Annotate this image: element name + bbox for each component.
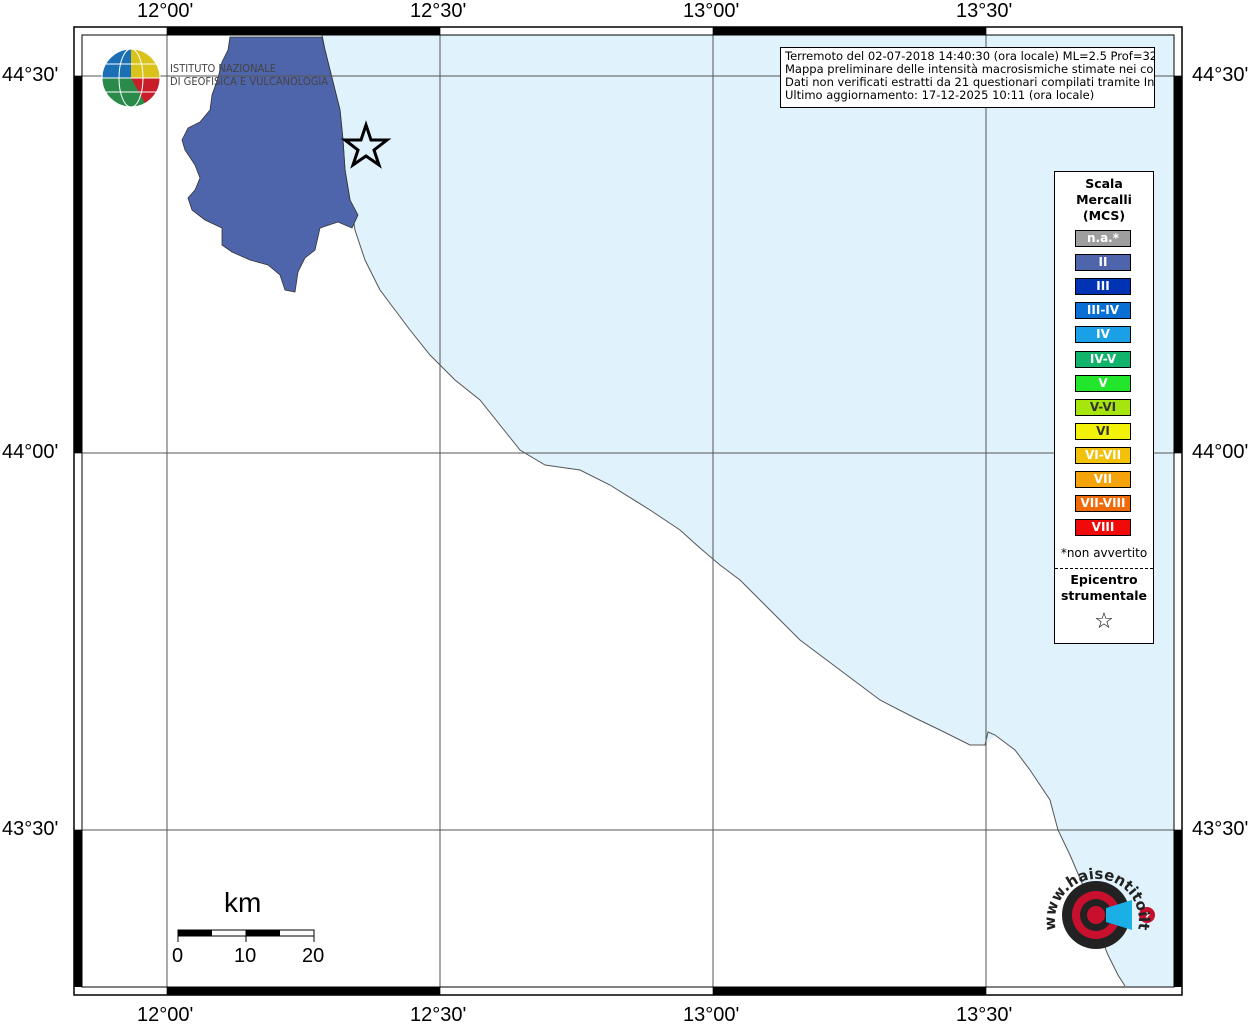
legend-item: III-IV [1075,302,1131,320]
lat-label-left-1: 44°30' [2,64,59,86]
lat-label-right-3: 43°30' [1192,818,1249,840]
scale-tick-20: 20 [302,945,325,967]
legend-item: VI [1075,422,1131,440]
legend-item: III [1075,278,1131,296]
mercalli-legend: Scala Mercalli (MCS) n.a.* II III III-IV IV I… [1054,171,1154,644]
lat-label-left-2: 44°00' [2,441,59,463]
lat-label-right-2: 44°00' [1192,441,1249,463]
legend-item: VIII [1075,519,1131,537]
legend-note: *non avvertito [1060,546,1148,560]
legend-epicenter: Epicentro strumentale ☆ [1055,572,1153,636]
legend-title: Scala Mercalli (MCS) [1076,176,1132,223]
ingv-line2: DI GEOFISICA E VULCANOLOGIA [170,75,329,88]
info-line4: Ultimo aggiornamento: 17-12-2025 10:11 (… [785,88,1095,102]
sea-area [322,35,1174,986]
legend-item: VI-VII [1075,446,1131,464]
legend-item: VII [1075,471,1131,488]
lon-label-top-2: 12°30' [410,0,467,22]
legend-item: n.a.* [1075,230,1131,247]
scale-tick-10: 10 [234,945,257,967]
legend-item: VII-VIII [1075,495,1131,513]
legend-item: IV [1075,326,1131,344]
ingv-globe-icon [101,48,161,108]
earthquake-info-box: Terremoto del 02-07-2018 14:40:30 (ora l… [780,47,1155,108]
star-icon: ☆ [1094,609,1114,634]
legend-item: V-VI [1075,398,1131,416]
legend-separator [1055,568,1153,569]
lon-label-top-1: 12°00' [137,0,194,22]
ingv-logo-text: ISTITUTO NAZIONALE DI GEOFISICA E VULCAN… [170,62,328,88]
legend-item: V [1075,374,1131,392]
lon-label-top-4: 13°30' [956,0,1013,22]
lat-label-right-1: 44°30' [1192,64,1249,86]
legend-item: IV-V [1075,350,1131,368]
ingv-line1: ISTITUTO NAZIONALE [170,62,277,75]
lat-label-left-3: 43°30' [2,818,59,840]
lon-label-top-3: 13°00' [683,0,740,22]
legend-item: II [1075,254,1131,272]
scale-tick-0: 0 [172,945,184,967]
scale-bar [177,929,315,942]
scale-unit: km [224,887,262,918]
